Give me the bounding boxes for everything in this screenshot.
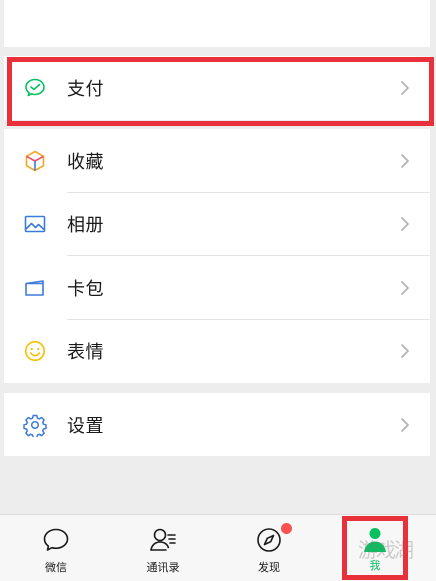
menu-item-album-label: 相册: [67, 215, 104, 237]
chevron-right-icon: [398, 278, 412, 298]
menu-item-album[interactable]: 相册: [4, 193, 430, 256]
chevron-right-icon: [398, 341, 412, 361]
favorites-icon: [23, 149, 47, 173]
chevron-right-icon: [398, 78, 412, 98]
pay-icon: [23, 76, 47, 100]
menu-item-settings[interactable]: 设置: [4, 393, 430, 456]
menu-item-pay-label: 支付: [67, 79, 104, 100]
tab-chats-label: 微信: [45, 561, 67, 574]
main-menu-section: 收藏 相册 卡包 表情: [4, 129, 430, 383]
tab-chats[interactable]: 微信: [6, 515, 106, 581]
menu-item-stickers-label: 表情: [67, 342, 104, 364]
menu-item-card-wallet[interactable]: 卡包: [4, 256, 430, 320]
menu-item-favorites-label: 收藏: [67, 151, 104, 173]
settings-section: 设置: [4, 393, 430, 456]
tab-contacts-label: 通讯录: [146, 561, 180, 574]
menu-item-card-wallet-label: 卡包: [67, 278, 104, 300]
tab-me[interactable]: 我: [325, 515, 425, 581]
chat-bubble-icon: [41, 525, 71, 555]
chevron-right-icon: [398, 415, 412, 435]
tab-discover-label: 发现: [258, 561, 280, 574]
bottom-tab-bar: 微信 通讯录 发现 我: [0, 514, 436, 581]
sticker-icon: [23, 339, 47, 363]
chevron-right-icon: [398, 151, 412, 171]
me-page: 支付 收藏 相册 卡包 表情 设置 微信 通讯录 发现 我 游戏湖: [0, 0, 436, 581]
album-icon: [23, 212, 47, 236]
pay-section: 支付: [4, 56, 430, 120]
compass-icon: [254, 525, 284, 555]
tab-discover[interactable]: 发现: [219, 515, 319, 581]
profile-card-bottom: [4, 0, 430, 47]
settings-icon: [23, 413, 47, 437]
tab-contacts[interactable]: 通讯录: [113, 515, 213, 581]
menu-item-favorites[interactable]: 收藏: [4, 129, 430, 193]
notification-dot: [281, 523, 292, 534]
menu-item-settings-label: 设置: [67, 415, 104, 437]
person-icon: [360, 525, 390, 555]
contacts-icon: [148, 525, 178, 555]
menu-item-stickers[interactable]: 表情: [4, 320, 430, 384]
menu-item-pay[interactable]: 支付: [4, 56, 430, 120]
chevron-right-icon: [398, 214, 412, 234]
tab-me-label: 我: [369, 559, 381, 572]
card-wallet-icon: [23, 276, 47, 300]
